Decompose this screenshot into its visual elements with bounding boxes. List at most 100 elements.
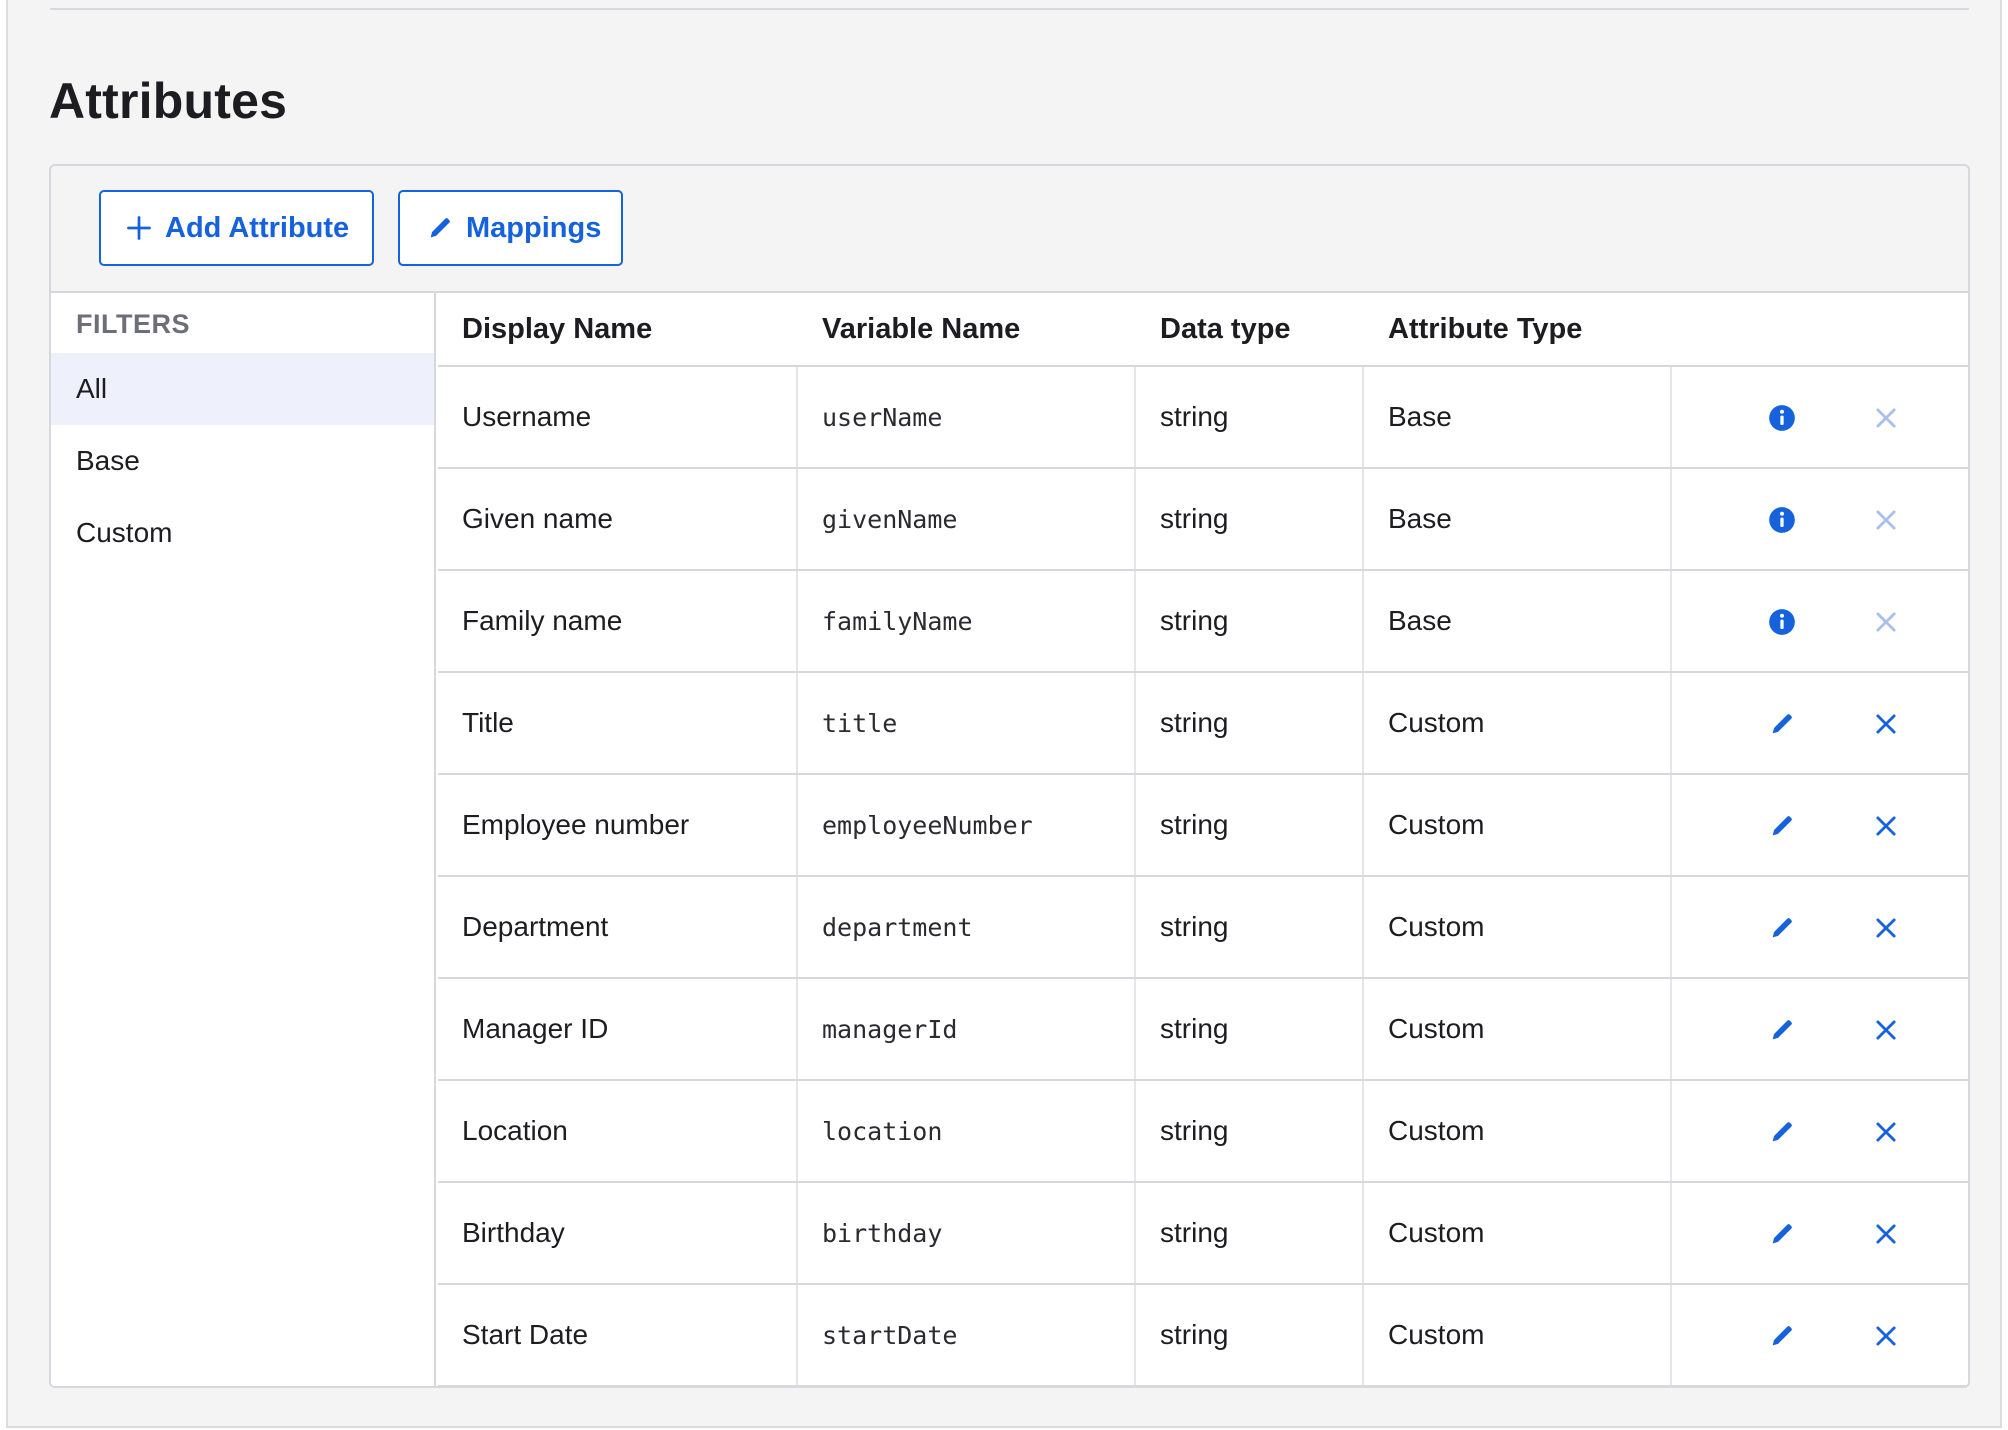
- cell-attribute-type: Custom: [1364, 1183, 1672, 1283]
- cell-variable-name: department: [798, 877, 1136, 977]
- table-header: Display Name Variable Name Data type Att…: [438, 293, 1968, 367]
- table-row: Department department string Custom: [438, 877, 1968, 979]
- cell-data-type: string: [1136, 775, 1364, 875]
- cell-display-name: Manager ID: [438, 979, 798, 1079]
- cell-actions: [1672, 1183, 1968, 1283]
- cell-attribute-type: Base: [1364, 367, 1672, 467]
- cell-data-type: string: [1136, 1285, 1364, 1385]
- cell-attribute-type: Custom: [1364, 1081, 1672, 1181]
- filters-sidebar: FILTERS All Base Custom: [51, 293, 436, 1386]
- info-icon[interactable]: [1768, 404, 1796, 432]
- cell-actions: [1672, 571, 1968, 671]
- close-icon: [1872, 404, 1900, 432]
- cell-variable-name: title: [798, 673, 1136, 773]
- cell-data-type: string: [1136, 1183, 1364, 1283]
- cell-variable-name: startDate: [798, 1285, 1136, 1385]
- cell-actions: [1672, 469, 1968, 569]
- attributes-page: Attributes Add Attribute Mappings FILTER…: [6, 0, 2002, 1428]
- cell-attribute-type: Custom: [1364, 775, 1672, 875]
- cell-actions: [1672, 775, 1968, 875]
- cell-display-name: Department: [438, 877, 798, 977]
- cell-variable-name: givenName: [798, 469, 1136, 569]
- close-icon[interactable]: [1872, 1016, 1900, 1044]
- add-attribute-button[interactable]: Add Attribute: [99, 190, 374, 266]
- table-row: Given name givenName string Base: [438, 469, 1968, 571]
- info-icon[interactable]: [1768, 506, 1796, 534]
- pencil-icon: [426, 214, 454, 242]
- table-row: Title title string Custom: [438, 673, 1968, 775]
- pencil-icon[interactable]: [1768, 1220, 1796, 1248]
- cell-actions: [1672, 1081, 1968, 1181]
- table-row: Employee number employeeNumber string Custo…: [438, 775, 1968, 877]
- filters-heading: FILTERS: [76, 309, 190, 339]
- mappings-button[interactable]: Mappings: [398, 190, 623, 266]
- add-attribute-label: Add Attribute: [165, 211, 350, 244]
- top-divider: [50, 8, 1969, 10]
- close-icon: [1872, 608, 1900, 636]
- column-header-display-name[interactable]: Display Name: [438, 293, 798, 365]
- cell-attribute-type: Base: [1364, 469, 1672, 569]
- cell-variable-name: employeeNumber: [798, 775, 1136, 875]
- table-row: Manager ID managerId string Custom: [438, 979, 1968, 1081]
- plus-icon: [125, 214, 153, 242]
- cell-variable-name: userName: [798, 367, 1136, 467]
- cell-actions: [1672, 979, 1968, 1079]
- cell-data-type: string: [1136, 469, 1364, 569]
- cell-variable-name: familyName: [798, 571, 1136, 671]
- cell-attribute-type: Custom: [1364, 1285, 1672, 1385]
- cell-data-type: string: [1136, 367, 1364, 467]
- cell-attribute-type: Base: [1364, 571, 1672, 671]
- cell-actions: [1672, 1285, 1968, 1385]
- pencil-icon[interactable]: [1768, 710, 1796, 738]
- cell-variable-name: managerId: [798, 979, 1136, 1079]
- column-header-attribute-type[interactable]: Attribute Type: [1364, 293, 1672, 365]
- cell-display-name: Given name: [438, 469, 798, 569]
- table-row: Birthday birthday string Custom: [438, 1183, 1968, 1285]
- pencil-icon[interactable]: [1768, 1118, 1796, 1146]
- cell-variable-name: location: [798, 1081, 1136, 1181]
- close-icon[interactable]: [1872, 1220, 1900, 1248]
- close-icon[interactable]: [1872, 1118, 1900, 1146]
- close-icon[interactable]: [1872, 1322, 1900, 1350]
- close-icon[interactable]: [1872, 710, 1900, 738]
- table-row: Location location string Custom: [438, 1081, 1968, 1183]
- cell-attribute-type: Custom: [1364, 673, 1672, 773]
- cell-actions: [1672, 673, 1968, 773]
- close-icon[interactable]: [1872, 812, 1900, 840]
- cell-data-type: string: [1136, 673, 1364, 773]
- column-header-data-type[interactable]: Data type: [1136, 293, 1364, 365]
- close-icon: [1872, 506, 1900, 534]
- attributes-panel: Add Attribute Mappings FILTERS All Base …: [49, 164, 1970, 1388]
- attributes-table: Display Name Variable Name Data type Att…: [438, 293, 1968, 1386]
- cell-display-name: Birthday: [438, 1183, 798, 1283]
- column-header-variable-name[interactable]: Variable Name: [798, 293, 1136, 365]
- pencil-icon[interactable]: [1768, 812, 1796, 840]
- filter-item-base[interactable]: Base: [51, 425, 434, 497]
- cell-display-name: Username: [438, 367, 798, 467]
- cell-attribute-type: Custom: [1364, 877, 1672, 977]
- cell-actions: [1672, 877, 1968, 977]
- table-row: Family name familyName string Base: [438, 571, 1968, 673]
- pencil-icon[interactable]: [1768, 1322, 1796, 1350]
- attributes-content: FILTERS All Base Custom Display Name Var…: [51, 291, 1968, 1386]
- cell-display-name: Employee number: [438, 775, 798, 875]
- info-icon[interactable]: [1768, 608, 1796, 636]
- cell-attribute-type: Custom: [1364, 979, 1672, 1079]
- cell-variable-name: birthday: [798, 1183, 1136, 1283]
- filter-item-custom[interactable]: Custom: [51, 497, 434, 569]
- cell-data-type: string: [1136, 979, 1364, 1079]
- cell-display-name: Title: [438, 673, 798, 773]
- cell-actions: [1672, 367, 1968, 467]
- close-icon[interactable]: [1872, 914, 1900, 942]
- cell-data-type: string: [1136, 571, 1364, 671]
- pencil-icon[interactable]: [1768, 1016, 1796, 1044]
- table-row: Username userName string Base: [438, 367, 1968, 469]
- cell-display-name: Location: [438, 1081, 798, 1181]
- cell-display-name: Start Date: [438, 1285, 798, 1385]
- table-row: Start Date startDate string Custom: [438, 1285, 1968, 1386]
- cell-display-name: Family name: [438, 571, 798, 671]
- pencil-icon[interactable]: [1768, 914, 1796, 942]
- cell-data-type: string: [1136, 1081, 1364, 1181]
- mappings-label: Mappings: [466, 211, 602, 244]
- filter-item-all[interactable]: All: [51, 353, 434, 425]
